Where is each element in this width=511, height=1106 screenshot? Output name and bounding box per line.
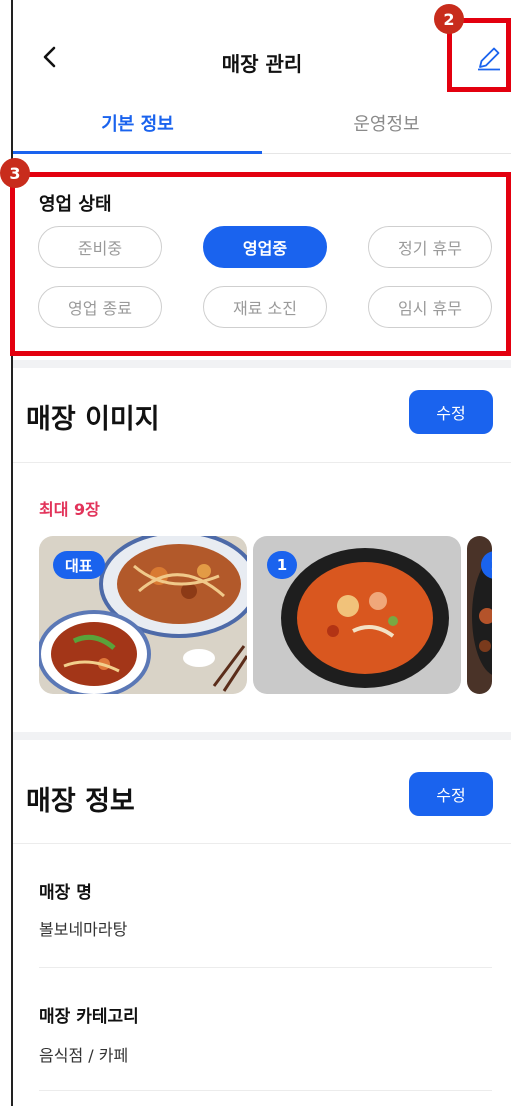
store-image-2[interactable]: 2 — [467, 536, 492, 694]
store-name-value: 볼보네마라탕 — [39, 920, 128, 939]
store-name-label: 매장 명 — [39, 883, 92, 903]
divider — [39, 967, 492, 968]
annotation-badge-3: 3 — [0, 158, 30, 188]
section-divider — [13, 360, 511, 368]
store-image-1[interactable]: 1 — [253, 536, 461, 694]
tab-bar: 기본 정보 운영정보 — [13, 96, 511, 154]
app-header: 매장 관리 — [13, 22, 511, 96]
edit-images-button[interactable]: 수정 — [409, 390, 493, 434]
store-category-value: 음식점 / 카페 — [39, 1046, 129, 1065]
annotation-badge-2: 2 — [434, 4, 464, 34]
app-frame: 매장 관리 2 기본 정보 운영정보 영업 상태 준비중 영업중 정기 휴무 영… — [0, 0, 511, 1106]
page-title: 매장 관리 — [221, 52, 303, 76]
store-category-label: 매장 카테고리 — [39, 1007, 139, 1027]
divider — [13, 843, 511, 844]
store-info-title: 매장 정보 — [26, 786, 135, 817]
section-divider — [13, 732, 511, 740]
tab-operation-info[interactable]: 운영정보 — [262, 96, 511, 153]
image-index-badge: 1 — [267, 551, 297, 579]
max-images-label: 최대 9장 — [39, 500, 100, 519]
main-image-badge: 대표 — [53, 551, 105, 579]
divider — [39, 1090, 492, 1091]
divider — [13, 462, 511, 463]
tab-basic-info[interactable]: 기본 정보 — [13, 96, 262, 154]
store-image-main[interactable]: 대표 — [39, 536, 247, 694]
annotation-box-3 — [10, 172, 511, 356]
store-images-title: 매장 이미지 — [26, 404, 160, 435]
edit-info-button[interactable]: 수정 — [409, 772, 493, 816]
